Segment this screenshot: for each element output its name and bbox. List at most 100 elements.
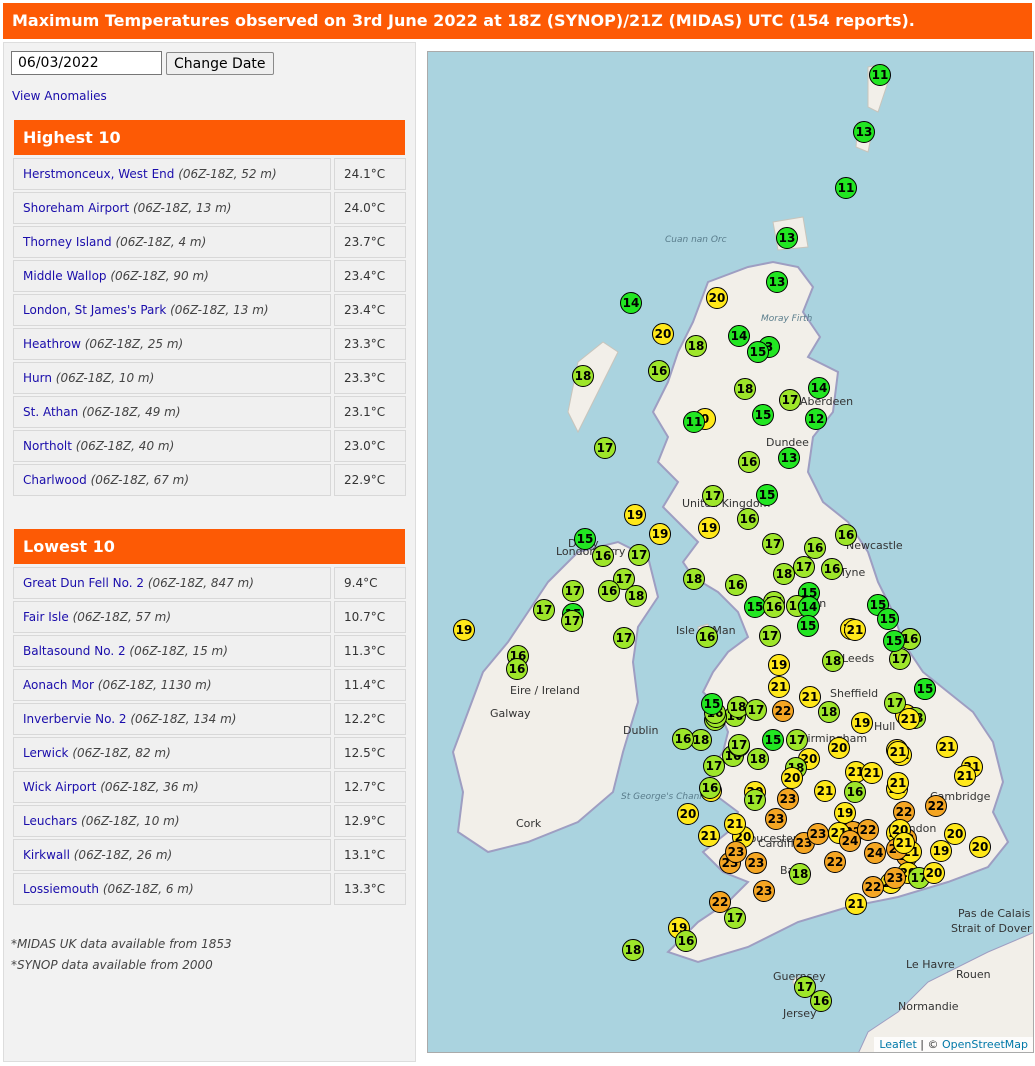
station-link[interactable]: Kirkwall: [23, 848, 70, 862]
station-marker[interactable]: 18: [625, 585, 647, 607]
station-link[interactable]: Fair Isle: [23, 610, 69, 624]
station-marker[interactable]: 16: [835, 524, 857, 546]
station-link[interactable]: Lerwick: [23, 746, 69, 760]
station-marker[interactable]: 16: [810, 990, 832, 1012]
station-marker[interactable]: 16: [672, 728, 694, 750]
station-link[interactable]: London, St James's Park: [23, 303, 166, 317]
station-marker[interactable]: 19: [649, 523, 671, 545]
station-marker[interactable]: 15: [752, 404, 774, 426]
station-marker[interactable]: 20: [677, 803, 699, 825]
station-marker[interactable]: 15: [574, 528, 596, 550]
station-marker[interactable]: 23: [753, 880, 775, 902]
station-marker[interactable]: 23: [725, 841, 747, 863]
leaflet-link[interactable]: Leaflet: [879, 1038, 916, 1051]
station-marker[interactable]: 16: [844, 781, 866, 803]
station-marker[interactable]: 23: [807, 823, 829, 845]
station-marker[interactable]: 19: [930, 840, 952, 862]
station-marker[interactable]: 15: [747, 341, 769, 363]
station-marker[interactable]: 15: [701, 693, 723, 715]
station-marker[interactable]: 18: [683, 568, 705, 590]
station-marker[interactable]: 17: [793, 556, 815, 578]
station-marker[interactable]: 16: [763, 596, 785, 618]
station-marker[interactable]: 13: [776, 227, 798, 249]
station-link[interactable]: Leuchars: [23, 814, 77, 828]
station-marker[interactable]: 17: [533, 599, 555, 621]
station-marker[interactable]: 17: [613, 627, 635, 649]
station-marker[interactable]: 17: [628, 544, 650, 566]
station-marker[interactable]: 21: [893, 832, 915, 854]
station-marker[interactable]: 14: [808, 377, 830, 399]
temperature-map[interactable]: United Kingdom Aberdeen Dundee Newcastle Tyn…: [427, 51, 1034, 1053]
station-marker[interactable]: 15: [797, 615, 819, 637]
station-marker[interactable]: 18: [773, 563, 795, 585]
station-marker[interactable]: 21: [698, 825, 720, 847]
station-marker[interactable]: 24: [839, 830, 861, 852]
station-marker[interactable]: 22: [862, 876, 884, 898]
station-marker[interactable]: 17: [724, 907, 746, 929]
openstreetmap-link[interactable]: OpenStreetMap: [942, 1038, 1028, 1051]
station-marker[interactable]: 20: [969, 836, 991, 858]
station-marker[interactable]: 19: [851, 712, 873, 734]
station-link[interactable]: Baltasound No. 2: [23, 644, 126, 658]
station-marker[interactable]: 15: [883, 630, 905, 652]
station-link[interactable]: Heathrow: [23, 337, 81, 351]
station-marker[interactable]: 15: [756, 484, 778, 506]
station-marker[interactable]: 20: [923, 862, 945, 884]
station-marker[interactable]: 19: [768, 654, 790, 676]
station-marker[interactable]: 16: [696, 626, 718, 648]
station-marker[interactable]: 24: [864, 842, 886, 864]
station-marker[interactable]: 17: [745, 699, 767, 721]
station-marker[interactable]: 13: [853, 121, 875, 143]
station-marker[interactable]: 13: [766, 271, 788, 293]
station-link[interactable]: Aonach Mor: [23, 678, 94, 692]
station-link[interactable]: Northolt: [23, 439, 72, 453]
station-marker[interactable]: 17: [759, 625, 781, 647]
station-marker[interactable]: 19: [624, 504, 646, 526]
station-marker[interactable]: 11: [683, 411, 705, 433]
station-marker[interactable]: 21: [844, 619, 866, 641]
station-marker[interactable]: 21: [887, 772, 909, 794]
station-marker[interactable]: 18: [822, 650, 844, 672]
station-marker[interactable]: 19: [453, 619, 475, 641]
station-marker[interactable]: 20: [706, 287, 728, 309]
station-link[interactable]: Middle Wallop: [23, 269, 107, 283]
station-marker[interactable]: 19: [698, 517, 720, 539]
station-marker[interactable]: 21: [768, 676, 790, 698]
station-marker[interactable]: 18: [622, 939, 644, 961]
station-marker[interactable]: 16: [648, 360, 670, 382]
station-marker[interactable]: 21: [887, 741, 909, 763]
station-marker[interactable]: 20: [828, 737, 850, 759]
station-marker[interactable]: 22: [925, 795, 947, 817]
station-marker[interactable]: 17: [594, 437, 616, 459]
station-marker[interactable]: 20: [652, 323, 674, 345]
station-marker[interactable]: 13: [778, 447, 800, 469]
station-marker[interactable]: 21: [954, 765, 976, 787]
station-marker[interactable]: 23: [765, 808, 787, 830]
station-marker[interactable]: 20: [781, 767, 803, 789]
station-link[interactable]: St. Athan: [23, 405, 78, 419]
station-marker[interactable]: 16: [506, 658, 528, 680]
station-marker[interactable]: 15: [914, 678, 936, 700]
station-marker[interactable]: 18: [734, 378, 756, 400]
station-marker[interactable]: 22: [772, 700, 794, 722]
station-marker[interactable]: 17: [779, 389, 801, 411]
station-marker[interactable]: 18: [685, 335, 707, 357]
station-marker[interactable]: 18: [789, 863, 811, 885]
station-marker[interactable]: 21: [814, 780, 836, 802]
station-marker[interactable]: 17: [728, 734, 750, 756]
station-link[interactable]: Great Dun Fell No. 2: [23, 576, 144, 590]
station-marker[interactable]: 21: [724, 813, 746, 835]
date-input[interactable]: [11, 51, 162, 75]
station-link[interactable]: Herstmonceux, West End: [23, 167, 174, 181]
station-marker[interactable]: 18: [572, 365, 594, 387]
station-marker[interactable]: 17: [762, 533, 784, 555]
station-marker[interactable]: 21: [845, 893, 867, 915]
station-marker[interactable]: 23: [745, 852, 767, 874]
station-marker[interactable]: 16: [821, 558, 843, 580]
station-marker[interactable]: 17: [702, 485, 724, 507]
station-marker[interactable]: 16: [738, 451, 760, 473]
station-marker[interactable]: 11: [869, 64, 891, 86]
station-marker[interactable]: 21: [898, 708, 920, 730]
station-link[interactable]: Charlwood: [23, 473, 87, 487]
station-marker[interactable]: 21: [799, 686, 821, 708]
